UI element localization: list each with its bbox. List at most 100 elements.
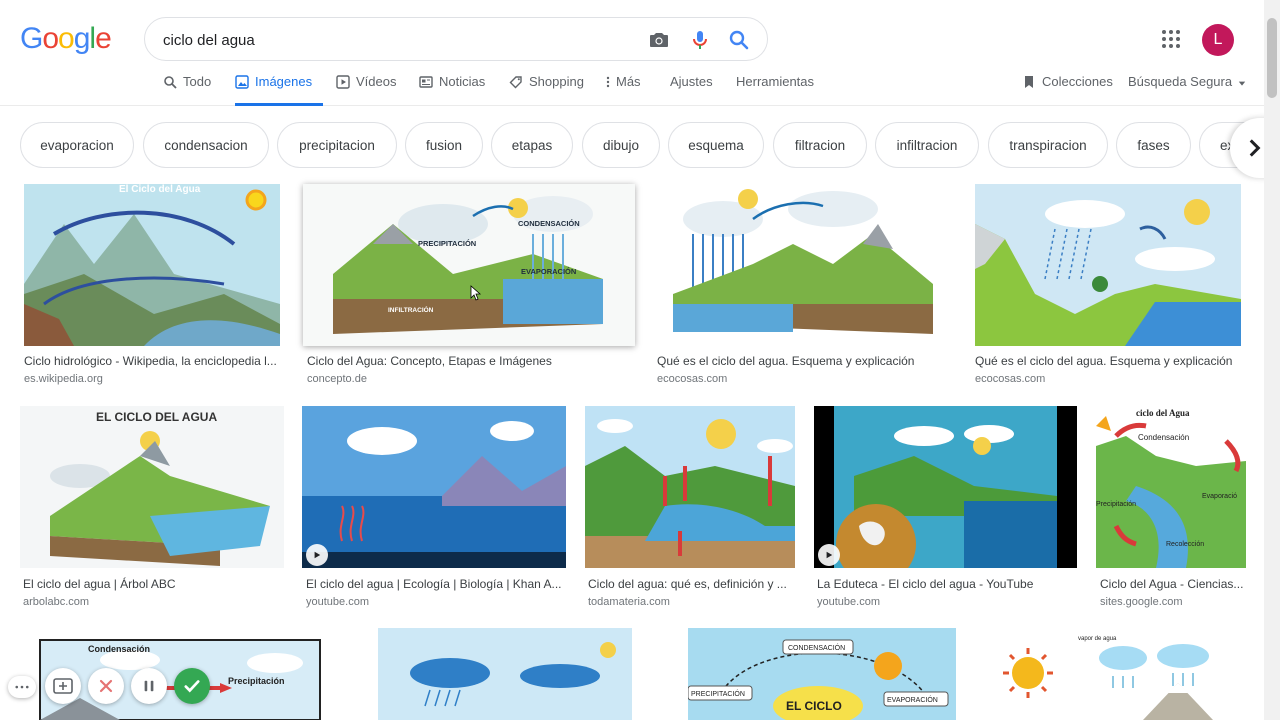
result-title[interactable]: Ciclo del agua: qué es, definición y ... (588, 577, 793, 591)
chip[interactable]: fusion (405, 122, 483, 168)
result-source[interactable]: ecocosas.com (975, 373, 1045, 385)
tab-ajustes[interactable]: Ajustes (670, 74, 713, 106)
image-result[interactable]: Ciclo del agua: qué es, definición y ...… (585, 406, 795, 616)
image-result[interactable]: Qué es el ciclo del agua. Esquema y expl… (653, 184, 949, 394)
image-result[interactable]: La Eduteca - El ciclo del agua - YouTube… (814, 406, 1077, 616)
google-logo[interactable]: Google (20, 22, 112, 56)
result-source[interactable]: youtube.com (817, 596, 880, 608)
tab-mas[interactable]: Más (606, 74, 641, 106)
pause-icon (144, 680, 154, 692)
result-source[interactable]: es.wikipedia.org (24, 373, 103, 385)
safe-search-label: Búsqueda Segura (1128, 74, 1233, 89)
collections-link[interactable]: Colecciones (1022, 74, 1113, 106)
result-thumbnail[interactable] (302, 406, 566, 568)
result-title[interactable]: Ciclo del Agua - Ciencias... (1100, 577, 1245, 591)
result-source[interactable]: arbolabc.com (23, 596, 89, 608)
caret-down-icon (1238, 81, 1246, 86)
bookmark-icon (1025, 76, 1033, 88)
play-icon (826, 551, 833, 559)
result-thumbnail[interactable]: El Ciclo del Agua (24, 184, 280, 346)
image-label: INFILTRACIÓN (388, 305, 434, 314)
chip[interactable]: etapas (491, 122, 573, 168)
add-clip-button[interactable] (45, 668, 81, 704)
image-result[interactable]: El Ciclo del Agua Ciclo hidrológico - Wi… (24, 184, 280, 394)
result-source[interactable]: youtube.com (306, 596, 369, 608)
result-thumbnail[interactable] (585, 406, 795, 568)
image-label: Condensación (1138, 433, 1189, 442)
image-result[interactable]: CONDENSACIÓN PRECIPITACIÓN EVAPORACIÓN I… (303, 184, 635, 394)
image-result[interactable]: ciclo del Agua Condensación Precipitació… (1096, 406, 1246, 616)
result-source[interactable]: ecocosas.com (657, 373, 727, 385)
result-thumbnail[interactable]: CONDENSACIÓN PRECIPITACIÓN EVAPORACIÓN I… (303, 184, 635, 346)
tab-todo[interactable]: Todo (163, 74, 211, 106)
image-title-text: EL CICLO DEL AGUA (96, 410, 217, 424)
search-input[interactable] (163, 28, 623, 52)
tab-label: Ajustes (670, 74, 713, 89)
search-tabs: Todo Imágenes Vídeos Noticias Shopping M… (0, 70, 1264, 106)
account-avatar[interactable]: L (1202, 24, 1234, 56)
result-thumbnail[interactable] (814, 406, 1077, 568)
image-result[interactable]: vapor de agua (993, 628, 1245, 720)
image-label: EVAPORACIÓN (887, 695, 938, 704)
chip[interactable]: evaporacion (20, 122, 134, 168)
play-icon (314, 551, 321, 559)
result-thumbnail[interactable]: EL CICLO DEL AGUA (20, 406, 284, 568)
camera-icon[interactable] (647, 28, 671, 52)
result-thumbnail[interactable]: vapor de agua (993, 628, 1245, 720)
result-source[interactable]: todamateria.com (588, 596, 670, 608)
close-icon (99, 679, 113, 693)
result-title[interactable]: Qué es el ciclo del agua. Esquema y expl… (975, 354, 1241, 368)
more-options-button[interactable] (8, 676, 36, 698)
more-vert-icon (606, 76, 610, 88)
result-title[interactable]: Ciclo del Agua: Concepto, Etapas e Imáge… (307, 354, 627, 368)
tab-shopping[interactable]: Shopping (509, 74, 584, 106)
result-title[interactable]: Ciclo hidrológico - Wikipedia, la encicl… (24, 354, 280, 368)
tab-herramientas[interactable]: Herramientas (736, 74, 814, 106)
result-thumbnail[interactable] (653, 184, 949, 346)
pause-button[interactable] (131, 668, 167, 704)
chip[interactable]: precipitacion (277, 122, 397, 168)
image-label: CONDENSACIÓN (788, 643, 845, 652)
check-icon (184, 680, 200, 693)
result-source[interactable]: sites.google.com (1100, 596, 1183, 608)
apps-grid-icon[interactable] (1160, 28, 1182, 50)
page-scrollbar[interactable] (1264, 0, 1280, 720)
image-label: Precipitación (1096, 501, 1136, 508)
image-label: EVAPORACIÓN (521, 267, 576, 276)
microphone-icon[interactable] (688, 28, 712, 52)
result-title[interactable]: La Eduteca - El ciclo del agua - YouTube (817, 577, 1075, 591)
search-icon[interactable] (727, 28, 751, 52)
image-result[interactable]: EL CICLO DEL AGUA El ciclo del agua | Ár… (20, 406, 284, 616)
result-thumbnail[interactable] (975, 184, 1241, 346)
result-source[interactable]: concepto.de (307, 373, 367, 385)
confirm-button[interactable] (174, 668, 210, 704)
result-thumbnail[interactable]: ciclo del Agua Condensación Precipitació… (1096, 406, 1246, 568)
result-thumbnail[interactable]: CONDENSACIÓN PRECIPITACIÓN EL CICLO EVAP… (688, 628, 956, 720)
tab-label: Noticias (439, 74, 486, 89)
image-result[interactable]: El ciclo del agua | Ecología | Biología … (302, 406, 566, 616)
chip[interactable]: infiltracion (875, 122, 979, 168)
chip[interactable]: fases (1116, 122, 1191, 168)
scrollbar-thumb[interactable] (1267, 18, 1277, 98)
tab-imagenes[interactable]: Imágenes (235, 74, 323, 106)
chip[interactable]: transpiracion (988, 122, 1108, 168)
image-result[interactable] (360, 628, 650, 720)
result-title[interactable]: Qué es el ciclo del agua. Esquema y expl… (657, 354, 947, 368)
tab-noticias[interactable]: Noticias (419, 74, 485, 106)
chip[interactable]: filtracion (773, 122, 867, 168)
image-result[interactable]: CONDENSACIÓN PRECIPITACIÓN EL CICLO EVAP… (688, 628, 956, 720)
video-play-badge (818, 544, 840, 566)
image-result[interactable]: Qué es el ciclo del agua. Esquema y expl… (975, 184, 1241, 394)
cancel-button[interactable] (88, 668, 124, 704)
image-label: PRECIPITACIÓN (418, 239, 476, 248)
result-thumbnail[interactable] (360, 628, 650, 720)
result-title[interactable]: El ciclo del agua | Árbol ABC (23, 577, 283, 591)
chip[interactable]: condensacion (143, 122, 269, 168)
collections-label: Colecciones (1042, 74, 1113, 89)
safe-search-dropdown[interactable]: Búsqueda Segura (1128, 74, 1246, 106)
chip[interactable]: dibujo (582, 122, 660, 168)
image-label: Recolección (1166, 541, 1204, 548)
tab-videos[interactable]: Vídeos (336, 74, 396, 106)
chip[interactable]: esquema (668, 122, 764, 168)
result-title[interactable]: El ciclo del agua | Ecología | Biología … (306, 577, 562, 591)
